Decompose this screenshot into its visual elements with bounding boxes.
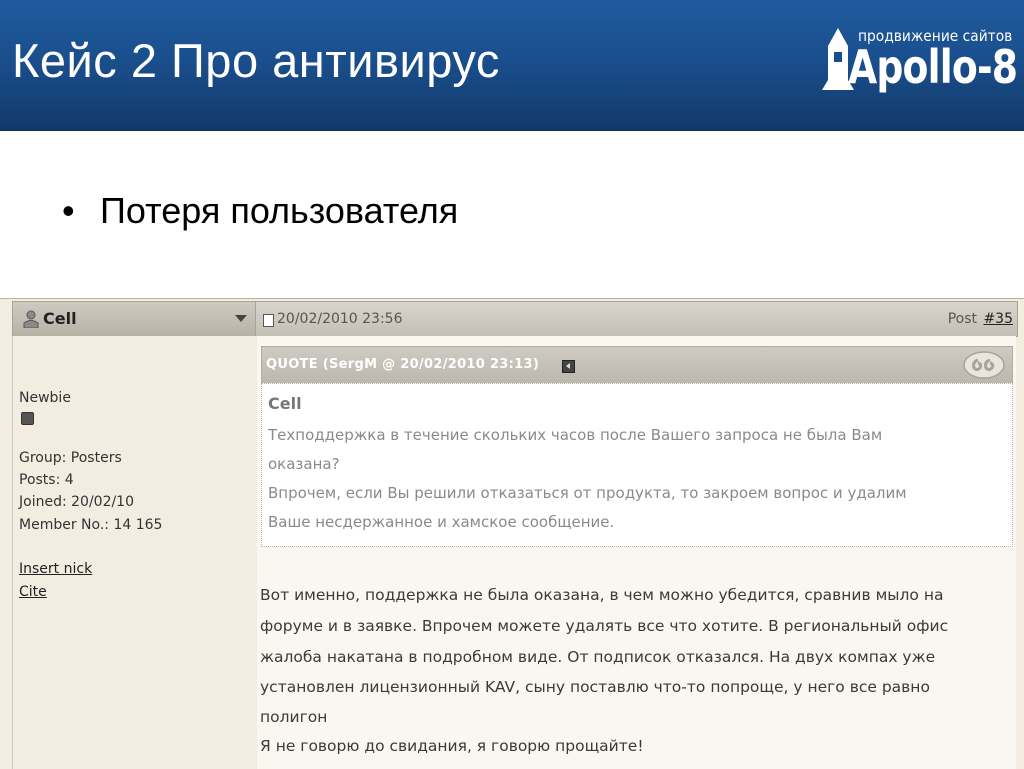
user-dropdown[interactable]: Cell xyxy=(13,302,256,336)
quote-line: Техподдержка в течение скольких часов по… xyxy=(268,426,883,444)
bullet-item: • Потеря пользователя xyxy=(62,190,458,232)
post-date: 20/02/2010 23:56 xyxy=(277,311,403,327)
message-line: полигон xyxy=(260,708,328,726)
post-number-link[interactable]: #35 xyxy=(983,311,1013,327)
user-joined: Joined: 20/02/10 xyxy=(19,494,135,510)
user-icon xyxy=(23,310,39,328)
bullet-text: Потеря пользователя xyxy=(100,190,459,231)
message-line: жалоба накатана в подробном виде. От под… xyxy=(260,648,936,666)
post-content: QUOTE (SergM @ 20/02/2010 23:13) Cell Те… xyxy=(257,336,1016,769)
quote-label: QUOTE (SergM @ 20/02/2010 23:13) xyxy=(266,357,540,372)
quote-line: Ваше несдержанное и хамское сообщение. xyxy=(268,513,615,531)
document-icon xyxy=(263,314,274,327)
insert-nick-link[interactable]: Insert nick xyxy=(19,561,92,577)
quote-marks-icon xyxy=(963,351,1005,379)
logo-name: Apollo-8 xyxy=(848,40,1018,94)
message-line: Я не говорю до свидания, я говорю прощай… xyxy=(260,737,644,755)
user-sidebar: Newbie Group: Posters Posts: 4 Joined: 2… xyxy=(12,336,257,769)
post-header: Cell 20/02/2010 23:56 Post #35 xyxy=(12,301,1018,337)
apollo-8-logo: продвижение сайтов Apollo-8 xyxy=(818,22,1018,102)
chevron-down-icon[interactable] xyxy=(235,315,247,322)
user-rank: Newbie xyxy=(19,390,71,406)
post-label: Post xyxy=(947,311,977,327)
cite-link[interactable]: Cite xyxy=(19,584,47,600)
user-group: Group: Posters xyxy=(19,450,122,466)
quote-line: Впрочем, если Вы решили отказаться от пр… xyxy=(268,484,907,502)
user-posts: Posts: 4 xyxy=(19,472,74,488)
quote-author: Cell xyxy=(268,394,302,413)
post-username[interactable]: Cell xyxy=(43,309,77,328)
slide-title: Кейс 2 Про антивирус xyxy=(12,34,500,87)
jump-to-post-icon[interactable] xyxy=(562,360,575,373)
message-line: Вот именно, поддержка не была оказана, в… xyxy=(260,586,944,604)
forum-post: Cell 20/02/2010 23:56 Post #35 Newbie Gr… xyxy=(0,298,1024,769)
message-line: форуме и в заявке. Впрочем можете удалят… xyxy=(260,617,949,635)
quote-body: Cell Техподдержка в течение скольких час… xyxy=(261,383,1013,547)
bullet-dot-icon: • xyxy=(62,190,75,231)
user-member-no: Member No.: 14 165 xyxy=(19,517,163,533)
quote-header: QUOTE (SergM @ 20/02/2010 23:13) xyxy=(261,346,1013,384)
rank-pip-icon xyxy=(21,412,34,425)
slide-title-bar: Кейс 2 Про антивирус продвижение сайтов … xyxy=(0,0,1024,131)
quote-line: оказана? xyxy=(268,455,340,473)
message-line: установлен лицензионный KAV, сыну постав… xyxy=(260,678,930,696)
